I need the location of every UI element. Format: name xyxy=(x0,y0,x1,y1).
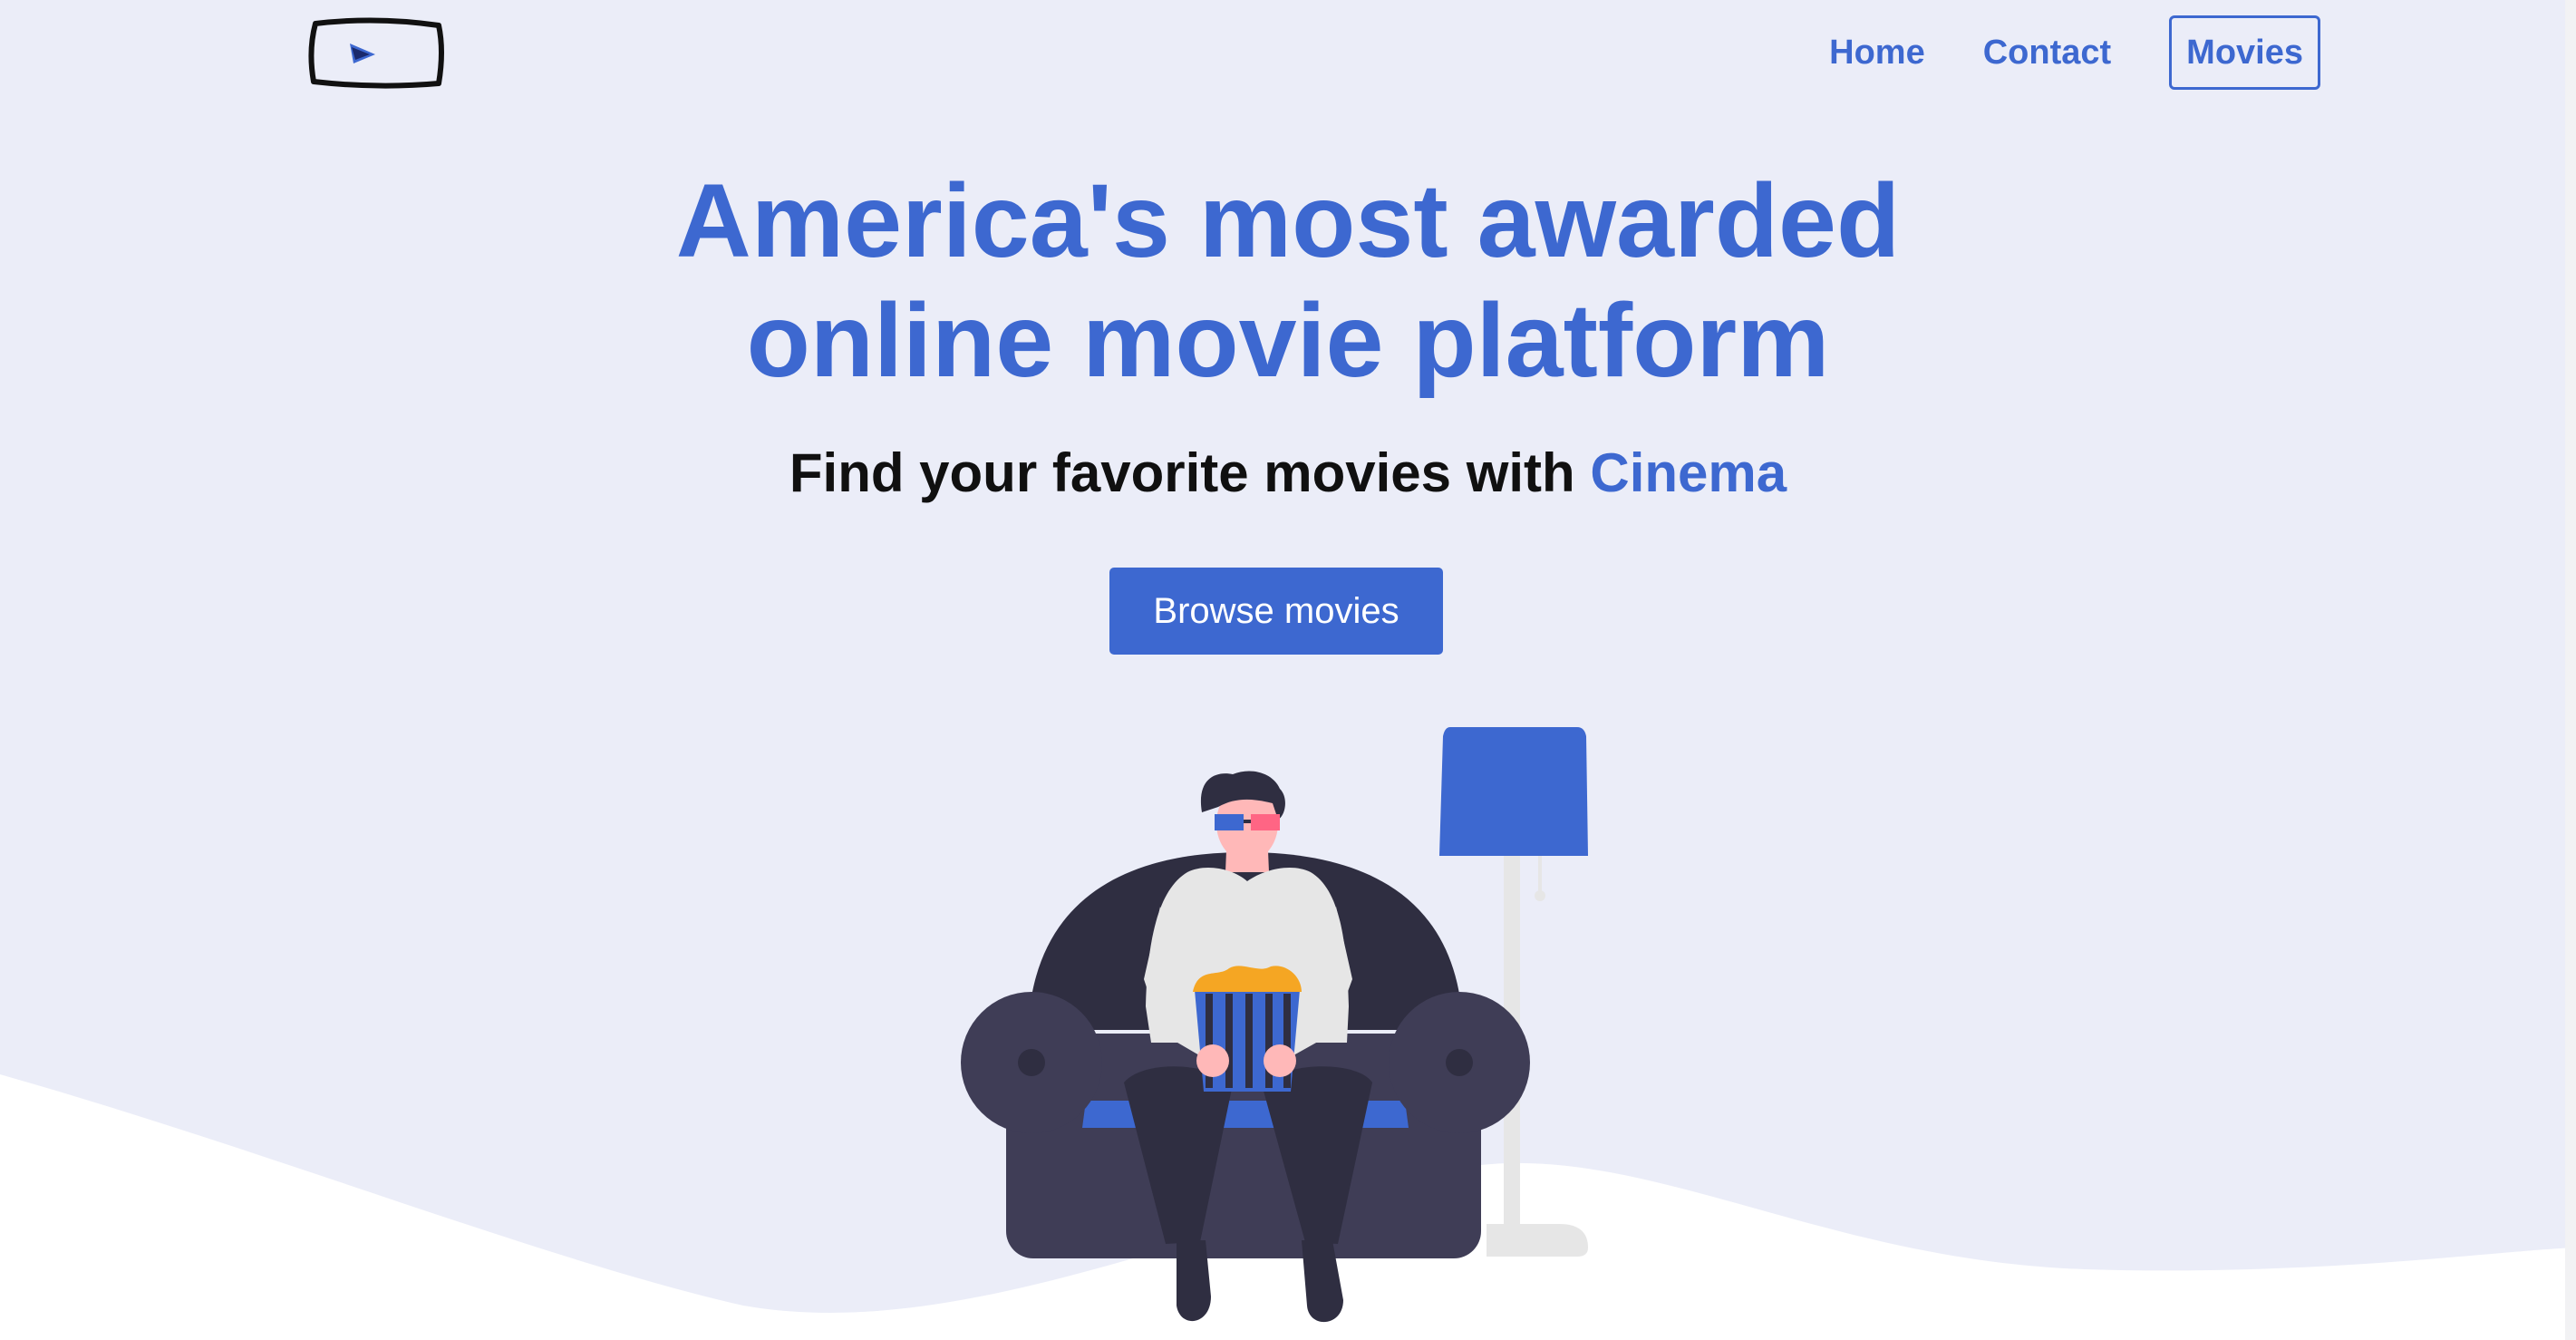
hero-subtitle-text: Find your favorite movies with xyxy=(789,442,1591,503)
floor-lamp xyxy=(1439,727,1588,1257)
hero-title-line-1: America's most awarded xyxy=(675,163,1901,279)
nav-contact-link[interactable]: Contact xyxy=(1983,34,2111,73)
hero-title: America's most awarded online movie plat… xyxy=(0,161,2576,401)
armchair xyxy=(961,852,1530,1258)
person xyxy=(1124,771,1372,1323)
bottom-wave xyxy=(0,1074,2576,1340)
browse-movies-button[interactable]: Browse movies xyxy=(1109,568,1443,655)
logo-icon[interactable] xyxy=(305,15,446,91)
page-scrollbar[interactable] xyxy=(2565,0,2576,1340)
main-nav: Home Contact Movies xyxy=(1771,13,2320,92)
nav-home-link[interactable]: Home xyxy=(1829,34,1925,73)
nav-movies-link[interactable]: Movies xyxy=(2169,15,2320,90)
brand-name: Cinema xyxy=(1590,442,1787,503)
hero-subtitle: Find your favorite movies with Cinema xyxy=(0,437,2576,510)
hero-title-line-2: online movie platform xyxy=(746,283,1830,399)
